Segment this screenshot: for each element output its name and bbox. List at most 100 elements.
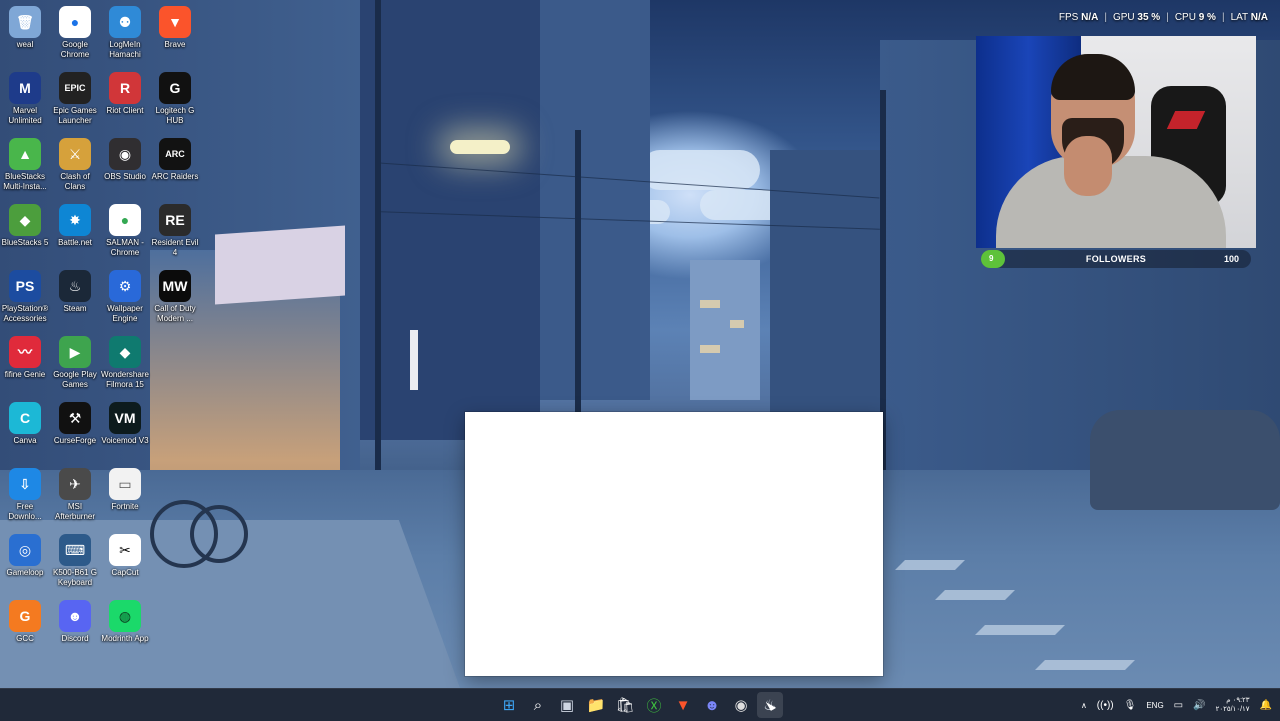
desktop-icon-msi[interactable]: ✈ MSI Afterburner	[50, 464, 100, 528]
clock[interactable]: ٠٩:٢٣ م ٢٠٢٥/١٠/١٧	[1216, 696, 1250, 714]
desktop-icon-modrinth[interactable]: ◍ Modrinth App	[100, 596, 150, 660]
desktop-icon-k500[interactable]: ⌨ K500-B61 G Keyboard	[50, 530, 100, 594]
desktop-icon-label: ARC Raiders	[151, 172, 199, 181]
store-icon: 🛍	[615, 697, 635, 714]
desktop-icon-riot[interactable]: R Riot Client	[100, 68, 150, 132]
gameloop-icon: ◎	[9, 534, 41, 566]
desktop-icon-chrome[interactable]: ● Google Chrome	[50, 2, 100, 66]
capcut-icon: ✂	[109, 534, 141, 566]
followers-goal-count: 100	[1223, 254, 1239, 264]
task-view-button[interactable]: ▣	[554, 692, 580, 718]
store-button[interactable]: 🛍	[612, 692, 638, 718]
microphone-icon[interactable]: 🎙	[1124, 700, 1137, 711]
start-button[interactable]: ⊞	[496, 692, 522, 718]
desktop-icon-steam[interactable]: ♨ Steam	[50, 266, 100, 330]
wallpaper-window-light	[730, 320, 744, 328]
desktop-icon-fortnite[interactable]: ▭ Fortnite	[100, 464, 150, 528]
wallpaper-building	[360, 0, 540, 440]
re4-icon: RE	[159, 204, 191, 236]
network-icon[interactable]: ((•))	[1097, 700, 1114, 711]
desktop-icon-bluestacks5[interactable]: ◆ BlueStacks 5	[0, 200, 50, 264]
desktop-icon-wallpaper[interactable]: ⚙ Wallpaper Engine	[100, 266, 150, 330]
desktop-icon-label: BlueStacks Multi-Insta...	[3, 172, 47, 191]
brave-taskbar-button[interactable]: ▼	[670, 692, 696, 718]
blank-app-window[interactable]	[465, 412, 883, 676]
desktop-icon-canva[interactable]: C Canva	[0, 398, 50, 462]
wallpaper-crosswalk	[935, 590, 1015, 600]
desktop-icon-brave[interactable]: ▼ Brave	[150, 2, 200, 66]
wallpaper-utility-pole	[375, 0, 381, 520]
steam-icon: ♨	[59, 270, 91, 302]
discord-icon: ☻	[59, 600, 91, 632]
gpu-readout: GPU 35 %	[1112, 12, 1161, 23]
desktop-icon-label: Gameloop	[6, 568, 44, 577]
language-indicator[interactable]: ENG	[1146, 701, 1163, 710]
desktop-icon-logitech[interactable]: G Logitech G HUB	[150, 68, 200, 132]
desktop-icon-label: Wallpaper Engine	[107, 304, 143, 323]
desktop-icon-gcc[interactable]: G GCC	[0, 596, 50, 660]
desktop-icon-label: GCC	[16, 634, 34, 643]
desktop-icon-obs[interactable]: ◉ OBS Studio	[100, 134, 150, 198]
fortnite-icon: ▭	[109, 468, 141, 500]
overlay-separator: |	[1221, 12, 1225, 23]
desktop-icon-salman[interactable]: ● SALMAN - Chrome	[100, 200, 150, 264]
desktop-icon-filmora[interactable]: ◆ Wondershare Filmora 15	[100, 332, 150, 396]
desktop-icon-capcut[interactable]: ✂ CapCut	[100, 530, 150, 594]
desktop-icon-hamachi[interactable]: ⚉ LogMeIn Hamachi	[100, 2, 150, 66]
clock-date: ٢٠٢٥/١٠/١٧	[1215, 706, 1250, 713]
desktop-icon-label: Logitech G HUB	[155, 106, 195, 125]
msi-icon: ✈	[59, 468, 91, 500]
tray-overflow-chevron-icon[interactable]: ∧	[1081, 701, 1087, 710]
obs-icon: ◉	[109, 138, 141, 170]
desktop-icon-label: Google Play Games	[53, 370, 97, 389]
desktop-icon-gplay[interactable]: ▶ Google Play Games	[50, 332, 100, 396]
webcam-person-hand	[1064, 136, 1112, 196]
wallpaper-utility-pole	[575, 130, 581, 430]
voicemod-icon: VM	[109, 402, 141, 434]
desktop-icon-recycle[interactable]: 🗑 weal	[0, 2, 50, 66]
desktop-icon-label: Epic Games Launcher	[53, 106, 97, 125]
overlay-separator: |	[1104, 12, 1107, 23]
desktop-icon-label: CapCut	[111, 568, 139, 577]
fifine-icon: 〰	[9, 336, 41, 368]
desktop-icon-label: Google Chrome	[60, 40, 90, 59]
task-view-icon: ▣	[559, 697, 575, 714]
wallpaper-window-light	[410, 330, 418, 390]
desktop-icon-bluestacks-multi[interactable]: ▲ BlueStacks Multi-Insta...	[0, 134, 50, 198]
discord-taskbar-button[interactable]: ☻	[699, 692, 725, 718]
desktop-icon-arc[interactable]: ARC ARC Raiders	[150, 134, 200, 198]
desktop-icon-curseforge[interactable]: ⚒ CurseForge	[50, 398, 100, 462]
desktop-icon-re4[interactable]: RE Resident Evil 4	[150, 200, 200, 264]
start-icon: ⊞	[502, 697, 516, 714]
desktop-icon-label: K500-B61 G Keyboard	[52, 568, 98, 587]
desktop-icon-gameloop[interactable]: ◎ Gameloop	[0, 530, 50, 594]
desktop-icon-coc[interactable]: ⚔ Clash of Clans	[50, 134, 100, 198]
webcam-feed	[976, 36, 1256, 248]
search-button[interactable]: ⌕	[525, 692, 551, 718]
obs-taskbar-button[interactable]: ◉	[728, 692, 754, 718]
desktop-icon-label: MSI Afterburner	[54, 502, 96, 521]
cod-icon: MW	[159, 270, 191, 302]
wallpaper-window-light	[700, 345, 720, 353]
volume-icon[interactable]: 🔊	[1193, 700, 1205, 711]
desktop-icon-marvel[interactable]: M Marvel Unlimited	[0, 68, 50, 132]
gcc-icon: G	[9, 600, 41, 632]
desktop-icon-battlenet[interactable]: ✸ Battle.net	[50, 200, 100, 264]
desktop-icon-discord[interactable]: ☻ Discord	[50, 596, 100, 660]
desktop-icon-voicemod[interactable]: VM Voicemod V3	[100, 398, 150, 462]
desktop-icon-label: Discord	[61, 634, 89, 643]
notification-bell-icon[interactable]: 🔔	[1260, 700, 1272, 711]
desktop-icon-label: Battle.net	[58, 238, 92, 247]
desktop-icon-psacc[interactable]: PS PlayStation® Accessories	[0, 266, 50, 330]
desktop-icon-epic[interactable]: EPIC Epic Games Launcher	[50, 68, 100, 132]
followers-goal-bar: 9 FOLLOWERS 100	[981, 250, 1251, 268]
desktop-icon-fifine[interactable]: 〰 fifine Genie	[0, 332, 50, 396]
desktop-icon-label: Clash of Clans	[60, 172, 90, 191]
desktop-icon-cod[interactable]: MW Call of Duty Modern ...	[150, 266, 200, 330]
display-icon[interactable]: ▭	[1174, 700, 1183, 711]
desktop-icon-freedl[interactable]: ⇩ Free Downlo...	[0, 464, 50, 528]
latency-readout: LAT N/A	[1230, 12, 1268, 23]
xbox-button[interactable]: Ⓧ	[641, 692, 667, 718]
file-explorer-button[interactable]: 📁	[583, 692, 609, 718]
curseforge-icon: ⚒	[59, 402, 91, 434]
